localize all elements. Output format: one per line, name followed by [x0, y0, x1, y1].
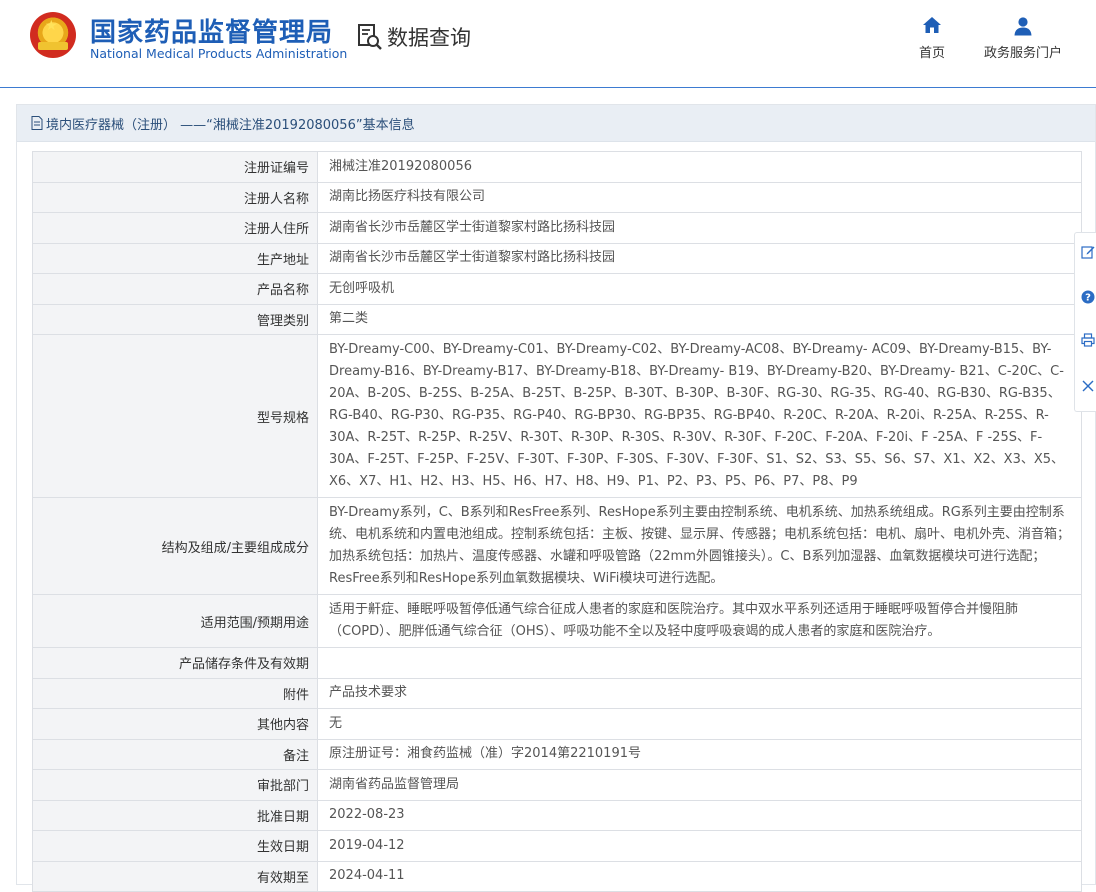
svg-text:?: ? — [1085, 293, 1091, 304]
data-query-title: 数据查询 — [357, 22, 471, 52]
national-emblem-logo: ★ — [30, 12, 76, 58]
home-icon — [923, 17, 941, 33]
table-row: 产品名称 无创呼吸机 — [32, 273, 1082, 305]
document-icon — [31, 116, 43, 130]
field-value: 湘械注准20192080056 — [317, 151, 1082, 183]
field-label: 产品名称 — [32, 273, 318, 305]
field-label: 管理类别 — [32, 303, 318, 335]
field-label: 产品储存条件及有效期 — [32, 647, 318, 679]
nav-portal-label: 政务服务门户 — [983, 46, 1062, 61]
field-value: 第二类 — [317, 303, 1082, 335]
field-value: 湖南比扬医疗科技有限公司 — [317, 181, 1082, 213]
table-row: 产品储存条件及有效期 — [32, 647, 1082, 679]
field-label: 注册人名称 — [32, 181, 318, 213]
data-query-label: 数据查询 — [387, 26, 471, 50]
field-value: 湖南省长沙市岳麓区学士街道黎家村路比扬科技园 — [317, 242, 1082, 274]
panel-title: 境内医疗器械（注册） ——“湘械注准20192080056”基本信息 — [46, 117, 415, 133]
nav-portal-link[interactable]: 政务服务门户 — [978, 16, 1068, 61]
field-value: BY-Dreamy-C00、BY-Dreamy-C01、BY-Dreamy-C0… — [317, 334, 1082, 498]
table-row: 审批部门 湖南省药品监督管理局 — [32, 769, 1082, 801]
field-label: 附件 — [32, 677, 318, 709]
table-row: 管理类别 第二类 — [32, 303, 1082, 335]
field-label: 有效期至 — [32, 860, 318, 892]
table-row: 其他内容 无 — [32, 708, 1082, 740]
table-row: 注册证编号 湘械注准20192080056 — [32, 151, 1082, 183]
site-header: ★ 国家药品监督管理局 National Medical Products Ad… — [0, 0, 1096, 88]
table-row: 型号规格 BY-Dreamy-C00、BY-Dreamy-C01、BY-Drea… — [32, 334, 1082, 498]
table-row: 结构及组成/主要组成成分 BY-Dreamy系列，C、B系列和ResFree系列… — [32, 497, 1082, 595]
print-icon[interactable] — [1081, 333, 1095, 347]
field-value: 湖南省药品监督管理局 — [317, 769, 1082, 801]
field-value: 2019-04-12 — [317, 830, 1082, 862]
field-label: 型号规格 — [32, 334, 318, 498]
close-icon[interactable] — [1081, 379, 1095, 393]
field-label: 其他内容 — [32, 708, 318, 740]
table-row: 生效日期 2019-04-12 — [32, 830, 1082, 862]
table-row: 批准日期 2022-08-23 — [32, 799, 1082, 831]
field-label: 生产地址 — [32, 242, 318, 274]
table-row: 有效期至 2024-04-11 — [32, 860, 1082, 892]
nav-home-link[interactable]: 首页 — [912, 16, 952, 61]
field-value: 湖南省长沙市岳麓区学士街道黎家村路比扬科技园 — [317, 212, 1082, 244]
table-row: 注册人住所 湖南省长沙市岳麓区学士街道黎家村路比扬科技园 — [32, 212, 1082, 244]
registration-info-table: 注册证编号 湘械注准20192080056 注册人名称 湖南比扬医疗科技有限公司… — [32, 151, 1082, 892]
search-document-icon — [357, 23, 383, 51]
field-label: 审批部门 — [32, 769, 318, 801]
table-row: 适用范围/预期用途 适用于鼾症、睡眠呼吸暂停低通气综合征成人患者的家庭和医院治疗… — [32, 594, 1082, 648]
edit-icon[interactable] — [1081, 245, 1095, 259]
field-label: 注册人住所 — [32, 212, 318, 244]
field-label: 批准日期 — [32, 799, 318, 831]
field-label: 备注 — [32, 738, 318, 770]
table-row: 附件 产品技术要求 — [32, 677, 1082, 709]
field-value: 无创呼吸机 — [317, 273, 1082, 305]
table-row: 注册人名称 湖南比扬医疗科技有限公司 — [32, 181, 1082, 213]
table-row: 生产地址 湖南省长沙市岳麓区学士街道黎家村路比扬科技园 — [32, 242, 1082, 274]
org-name-cn: 国家药品监督管理局 — [90, 18, 334, 48]
field-value: 适用于鼾症、睡眠呼吸暂停低通气综合征成人患者的家庭和医院治疗。其中双水平系列还适… — [317, 594, 1082, 648]
help-icon[interactable]: ? — [1081, 290, 1095, 304]
field-value: 产品技术要求 — [317, 677, 1082, 709]
field-label: 注册证编号 — [32, 151, 318, 183]
field-value: BY-Dreamy系列，C、B系列和ResFree系列、ResHope系列主要由… — [317, 497, 1082, 595]
field-label: 适用范围/预期用途 — [32, 594, 318, 648]
field-value — [317, 647, 1082, 679]
nav-home-label: 首页 — [918, 46, 945, 61]
field-value: 原注册证号：湘食药监械（准）字2014第2210191号 — [317, 738, 1082, 770]
org-name-en: National Medical Products Administration — [90, 46, 348, 61]
user-icon — [1014, 17, 1032, 36]
table-row: 备注 原注册证号：湘食药监械（准）字2014第2210191号 — [32, 738, 1082, 770]
detail-panel: 境内医疗器械（注册） ——“湘械注准20192080056”基本信息 注册证编号… — [16, 104, 1096, 892]
panel-title-bar: 境内医疗器械（注册） ——“湘械注准20192080056”基本信息 — [17, 105, 1095, 142]
field-label: 生效日期 — [32, 830, 318, 862]
field-value: 2022-08-23 — [317, 799, 1082, 831]
field-value: 2024-04-11 — [317, 860, 1082, 892]
field-value: 无 — [317, 708, 1082, 740]
floating-toolbar: ? — [1074, 232, 1096, 412]
field-label: 结构及组成/主要组成成分 — [32, 497, 318, 595]
star-icon: ★ — [45, 18, 58, 34]
